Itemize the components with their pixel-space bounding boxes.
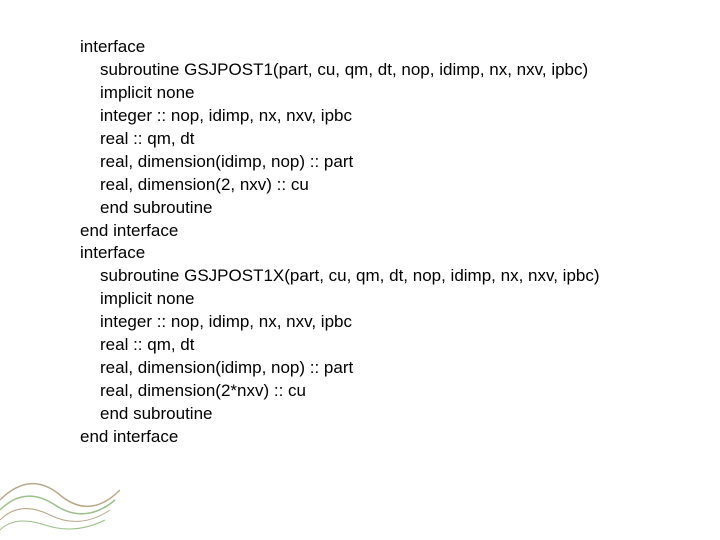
code-line: end interface bbox=[80, 426, 600, 449]
code-line: real :: qm, dt bbox=[100, 128, 600, 151]
code-line: end subroutine bbox=[100, 403, 600, 426]
code-line: implicit none bbox=[100, 288, 600, 311]
code-line: end interface bbox=[80, 220, 600, 243]
code-line: integer :: nop, idimp, nx, nxv, ipbc bbox=[100, 311, 600, 334]
code-line: interface bbox=[80, 242, 600, 265]
code-line: subroutine GSJPOST1X(part, cu, qm, dt, n… bbox=[100, 265, 600, 288]
corner-decoration-icon bbox=[0, 460, 120, 540]
code-line: implicit none bbox=[100, 82, 600, 105]
code-line: interface bbox=[80, 36, 600, 59]
code-line: real, dimension(idimp, nop) :: part bbox=[100, 357, 600, 380]
code-listing: interfacesubroutine GSJPOST1(part, cu, q… bbox=[80, 36, 600, 449]
slide-container: interfacesubroutine GSJPOST1(part, cu, q… bbox=[0, 0, 720, 540]
code-line: real, dimension(2, nxv) :: cu bbox=[100, 174, 600, 197]
code-line: subroutine GSJPOST1(part, cu, qm, dt, no… bbox=[100, 59, 600, 82]
code-line: end subroutine bbox=[100, 197, 600, 220]
code-line: real :: qm, dt bbox=[100, 334, 600, 357]
code-line: real, dimension(2*nxv) :: cu bbox=[100, 380, 600, 403]
code-line: real, dimension(idimp, nop) :: part bbox=[100, 151, 600, 174]
code-line: integer :: nop, idimp, nx, nxv, ipbc bbox=[100, 105, 600, 128]
